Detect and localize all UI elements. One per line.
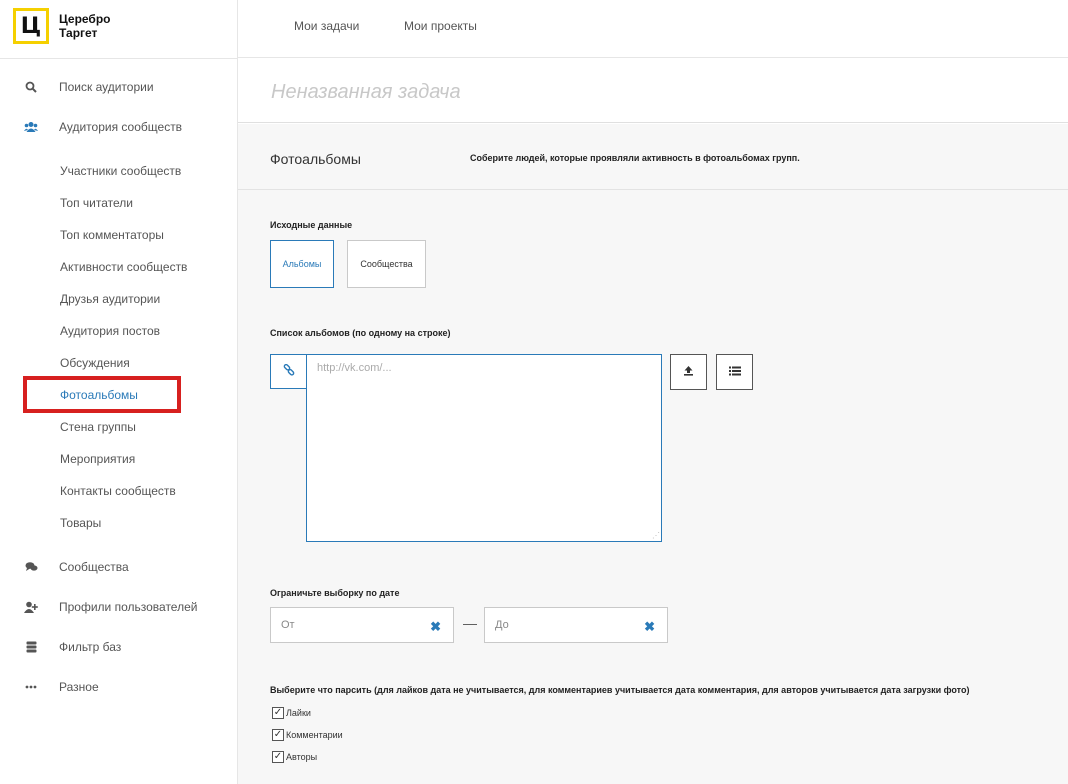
- subitem-discussions[interactable]: Обсуждения: [60, 353, 130, 373]
- task-form: Фотоальбомы Соберите людей, которые проя…: [238, 124, 1068, 784]
- comments-checkbox[interactable]: ✓: [272, 729, 284, 741]
- section-title: Фотоальбомы: [270, 151, 361, 167]
- logo-text: Церебро Таргет: [59, 12, 111, 40]
- top-navigation: Мои задачи Мои проекты: [238, 0, 1068, 58]
- list-button[interactable]: [716, 354, 753, 390]
- likes-checkbox-label: Лайки: [286, 708, 311, 718]
- link-icon: [283, 363, 295, 379]
- date-filter-label: Ограничьте выборку по дате: [270, 588, 400, 598]
- comments-checkbox-row[interactable]: ✓ Комментарии: [272, 728, 343, 742]
- parse-options-label: Выберите что парсить (для лайков дата не…: [270, 685, 970, 695]
- sidebar-item-label: Аудитория сообществ: [59, 120, 183, 134]
- clear-date-to-icon[interactable]: ✖: [644, 619, 655, 635]
- sidebar-item-communities[interactable]: Сообщества: [0, 548, 237, 586]
- sidebar-item-label: Фильтр баз: [59, 640, 122, 654]
- subitem-post-audience[interactable]: Аудитория постов: [60, 321, 160, 341]
- likes-checkbox[interactable]: ✓: [272, 707, 284, 719]
- sidebar-item-label: Разное: [59, 680, 99, 694]
- date-from-field[interactable]: От ✖: [270, 607, 454, 643]
- subitem-top-readers[interactable]: Топ читатели: [60, 193, 133, 213]
- more-icon: [24, 680, 38, 694]
- upload-button[interactable]: [670, 354, 707, 390]
- likes-checkbox-row[interactable]: ✓ Лайки: [272, 706, 311, 720]
- section-header: Фотоальбомы Соберите людей, которые проя…: [238, 124, 1068, 190]
- clear-date-from-icon[interactable]: ✖: [430, 619, 441, 635]
- chat-icon: [24, 560, 38, 574]
- section-description: Соберите людей, которые проявляли активн…: [470, 153, 800, 163]
- subitem-top-commenters[interactable]: Топ комментаторы: [60, 225, 164, 245]
- logo-letter: Ц: [16, 11, 46, 41]
- albums-textarea[interactable]: [306, 354, 662, 542]
- comments-checkbox-label: Комментарии: [286, 730, 343, 740]
- sidebar-item-misc[interactable]: Разное: [0, 668, 237, 706]
- subitem-group-wall[interactable]: Стена группы: [60, 417, 136, 437]
- date-to-placeholder: До: [495, 619, 509, 631]
- task-title-row: Неназванная задача: [238, 59, 1068, 123]
- sidebar-item-database-filter[interactable]: Фильтр баз: [0, 628, 237, 666]
- sidebar-item-label: Сообщества: [59, 560, 129, 574]
- upload-icon: [683, 365, 694, 379]
- subitem-community-contacts[interactable]: Контакты сообществ: [60, 481, 176, 501]
- link-button[interactable]: [270, 354, 307, 389]
- subitem-events[interactable]: Мероприятия: [60, 449, 135, 469]
- task-title-input[interactable]: Неназванная задача: [271, 81, 461, 104]
- subitem-community-members[interactable]: Участники сообществ: [60, 161, 181, 181]
- date-from-placeholder: От: [281, 619, 295, 631]
- sidebar-item-label: Поиск аудитории: [59, 80, 154, 94]
- database-icon: [24, 640, 38, 654]
- albums-label: Список альбомов (по одному на строке): [270, 328, 451, 338]
- subitem-goods[interactable]: Товары: [60, 513, 101, 533]
- authors-checkbox[interactable]: ✓: [272, 751, 284, 763]
- sidebar-item-label: Профили пользователей: [59, 600, 198, 614]
- sidebar-item-audience-search[interactable]: Поиск аудитории: [0, 68, 237, 106]
- date-range-separator: —: [463, 615, 477, 631]
- authors-checkbox-label: Авторы: [286, 752, 318, 762]
- user-add-icon: [24, 600, 38, 614]
- users-icon: [24, 120, 38, 134]
- sidebar-item-user-profiles[interactable]: Профили пользователей: [0, 588, 237, 626]
- tab-my-tasks[interactable]: Мои задачи: [294, 19, 359, 33]
- logo-line-1: Церебро: [59, 12, 111, 26]
- source-communities-button[interactable]: Сообщества: [347, 240, 426, 288]
- active-item-highlight-frame: [23, 376, 181, 413]
- sidebar-divider: [0, 58, 238, 59]
- tab-my-projects[interactable]: Мои проекты: [404, 19, 477, 33]
- source-label: Исходные данные: [270, 220, 353, 230]
- source-albums-button[interactable]: Альбомы: [270, 240, 334, 288]
- subitem-audience-friends[interactable]: Друзья аудитории: [60, 289, 160, 309]
- logo-line-2: Таргет: [59, 26, 98, 40]
- subitem-community-activity[interactable]: Активности сообществ: [60, 257, 187, 277]
- logo[interactable]: Ц Церебро Таргет: [13, 8, 111, 44]
- sidebar-item-community-audience[interactable]: Аудитория сообществ: [0, 108, 237, 146]
- date-to-field[interactable]: До ✖: [484, 607, 668, 643]
- resize-grip-icon[interactable]: ⋰: [652, 532, 660, 540]
- sidebar: Ц Церебро Таргет Поиск аудитории Аудитор…: [0, 0, 238, 784]
- list-icon: [728, 365, 741, 379]
- authors-checkbox-row[interactable]: ✓ Авторы: [272, 750, 317, 764]
- logo-mark: Ц: [13, 8, 49, 44]
- search-icon: [24, 80, 38, 94]
